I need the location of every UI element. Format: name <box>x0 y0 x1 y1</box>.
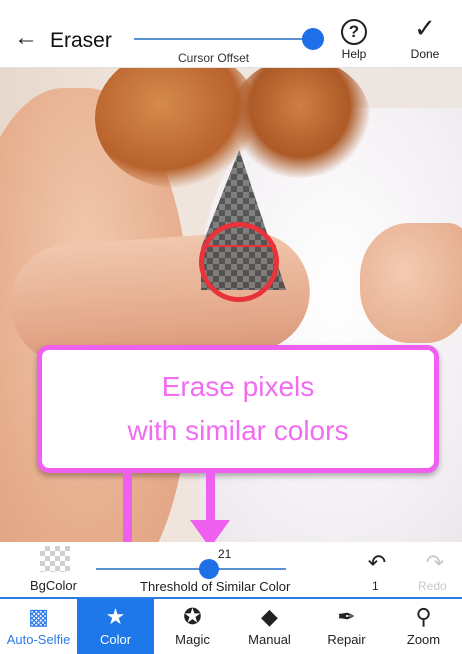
threshold-slider-thumb[interactable] <box>199 559 219 579</box>
cursor-offset-slider-track[interactable] <box>134 38 314 40</box>
done-button[interactable]: ✓ Done <box>401 14 449 61</box>
tab-auto-selfie[interactable]: ▩ Auto-Selfie <box>0 599 77 654</box>
callout-line-2: with similar colors <box>127 415 349 446</box>
tab-magic-label: Magic <box>175 632 210 647</box>
tab-manual-label: Manual <box>248 632 291 647</box>
redo-icon[interactable]: ↷ <box>420 550 450 576</box>
help-icon: ? <box>341 19 367 45</box>
bgcolor-label: BgColor <box>30 578 77 593</box>
tab-auto-selfie-label: Auto-Selfie <box>6 632 71 647</box>
photo-hand <box>360 223 462 343</box>
threshold-value: 21 <box>218 547 232 561</box>
redo-label: Redo <box>418 579 447 593</box>
top-app-bar: ← Eraser Cursor Offset ? Help ✓ Done <box>0 0 462 68</box>
undo-count: 1 <box>372 579 379 593</box>
tab-repair[interactable]: ✒ Repair <box>308 599 385 654</box>
face-scan-icon: ▩ <box>28 604 49 629</box>
tab-zoom-label: Zoom <box>406 632 441 647</box>
bottom-tab-bar: ▩ Auto-Selfie ★ Color ✪ Magic ◆ Manual ✒… <box>0 597 462 654</box>
threshold-slider-track[interactable] <box>96 568 286 570</box>
tab-repair-label: Repair <box>327 632 366 647</box>
page-title: Eraser <box>50 29 112 52</box>
eraser-cursor-line <box>206 245 276 247</box>
tab-color-label: Color <box>99 632 132 647</box>
annotation-callout: Erase pixels with similar colors <box>37 345 439 473</box>
magic-star-circle-icon: ✪ <box>183 604 202 629</box>
tab-zoom[interactable]: ⚲ Zoom <box>385 599 462 654</box>
help-button[interactable]: ? Help <box>330 14 378 61</box>
star-icon: ★ <box>105 604 126 629</box>
back-arrow-icon[interactable]: ← <box>14 26 38 50</box>
callout-line-1: Erase pixels <box>161 371 315 402</box>
threshold-label: Threshold of Similar Color <box>140 579 291 594</box>
help-label: Help <box>341 47 367 61</box>
eraser-icon: ◆ <box>261 604 278 629</box>
zoom-icon: ⚲ <box>415 604 432 629</box>
cursor-offset-label: Cursor Offset <box>178 51 250 65</box>
eraser-cursor-circle[interactable] <box>199 222 279 302</box>
brush-icon: ✒ <box>337 604 356 629</box>
tab-manual[interactable]: ◆ Manual <box>231 599 308 654</box>
checkmark-icon: ✓ <box>414 13 436 43</box>
tab-magic[interactable]: ✪ Magic <box>154 599 231 654</box>
done-label: Done <box>410 47 440 61</box>
tab-color[interactable]: ★ Color <box>77 599 154 654</box>
bgcolor-swatch-icon[interactable] <box>40 546 70 572</box>
undo-icon[interactable]: ↶ <box>362 550 392 576</box>
callout-arrow-to-threshold <box>206 473 215 523</box>
cursor-offset-slider-thumb[interactable] <box>302 28 324 50</box>
threshold-strip: BgColor 21 Threshold of Similar Color ↶ … <box>0 542 462 597</box>
